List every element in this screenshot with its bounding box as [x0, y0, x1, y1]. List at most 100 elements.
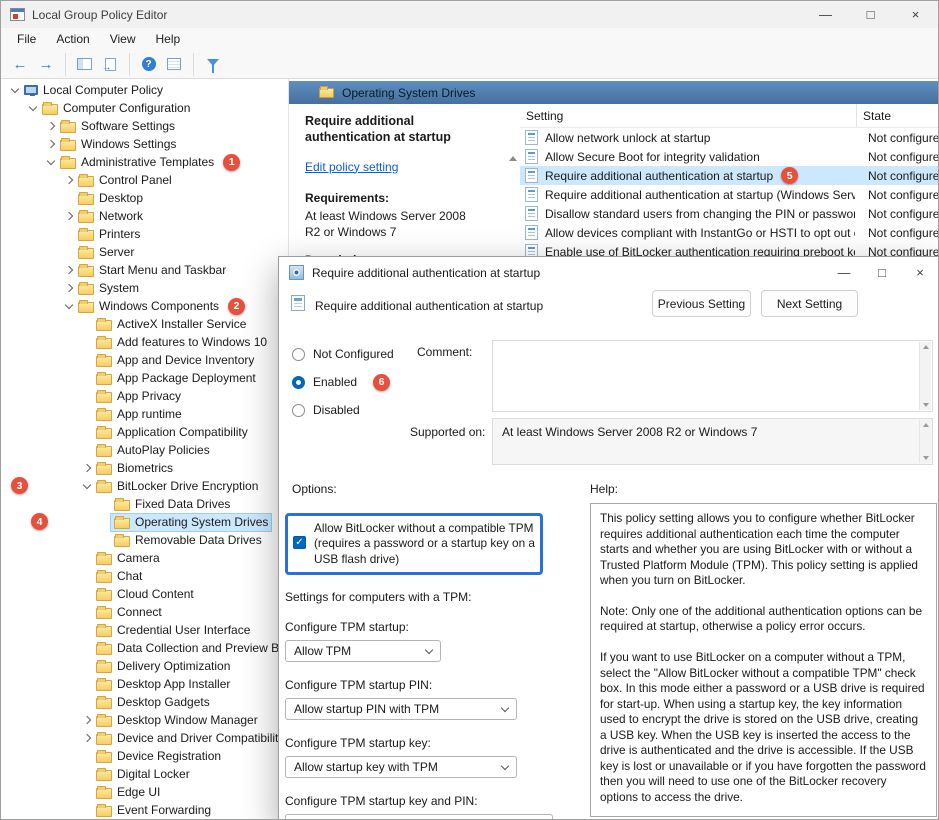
tree-chevron-icon[interactable]	[9, 82, 21, 98]
maximize-button[interactable]: □	[848, 1, 893, 28]
tree-chevron-icon[interactable]	[81, 676, 93, 692]
tree-item[interactable]: Cloud Content	[1, 585, 288, 603]
tree-item[interactable]: Administrative Templates 1	[1, 153, 288, 171]
tree-chevron-icon[interactable]	[45, 136, 57, 152]
forward-button[interactable]	[33, 53, 59, 76]
tree-chevron-icon[interactable]	[45, 154, 57, 170]
tree-item[interactable]: Desktop Gadgets	[1, 693, 288, 711]
tree-chevron-icon[interactable]	[63, 262, 75, 278]
extended-view-toggle-button[interactable]	[161, 53, 187, 76]
tree-item[interactable]: Fixed Data Drives	[1, 495, 288, 513]
not-configured-radio[interactable]: Not Configured	[292, 344, 394, 364]
menu-item[interactable]: Help	[146, 30, 191, 48]
tree-chevron-icon[interactable]	[81, 568, 93, 584]
tree-item[interactable]: ActiveX Installer Service	[1, 315, 288, 333]
tree-item[interactable]: Camera	[1, 549, 288, 567]
tree-chevron-icon[interactable]	[81, 352, 93, 368]
tree-item[interactable]: Credential User Interface	[1, 621, 288, 639]
show-console-tree-button[interactable]	[65, 53, 97, 76]
comment-input[interactable]	[492, 340, 933, 412]
tree-chevron-icon[interactable]	[81, 370, 93, 386]
tree-item[interactable]: Digital Locker	[1, 765, 288, 783]
tree-chevron-icon[interactable]	[81, 586, 93, 602]
tree-item[interactable]: Biometrics	[1, 459, 288, 477]
tree-item[interactable]: Device and Driver Compatibility	[1, 729, 288, 747]
policy-row[interactable]: Allow network unlock at startup Not conf…	[520, 128, 938, 147]
tree-item[interactable]: Computer Configuration	[1, 99, 288, 117]
tree-chevron-icon[interactable]	[63, 298, 75, 314]
policy-row[interactable]: Disallow standard users from changing th…	[520, 204, 938, 223]
dialog-maximize-button[interactable]: □	[863, 257, 901, 288]
setting-column-header[interactable]: Setting	[520, 109, 856, 123]
tree-chevron-icon[interactable]	[81, 784, 93, 800]
tree-chevron-icon[interactable]	[81, 316, 93, 332]
tree-chevron-icon[interactable]	[81, 802, 93, 818]
policy-row[interactable]: Allow devices compliant with InstantGo o…	[520, 223, 938, 242]
tree-chevron-icon[interactable]	[63, 280, 75, 296]
tree-chevron-icon[interactable]	[63, 226, 75, 242]
tree-item[interactable]: Edge UI	[1, 783, 288, 801]
tree-chevron-icon[interactable]	[63, 172, 75, 188]
configure-tpm-startup-pin-dropdown[interactable]: Allow startup PIN with TPM	[285, 698, 517, 720]
tree-item[interactable]: Device Registration	[1, 747, 288, 765]
tree-item[interactable]: App and Device Inventory	[1, 351, 288, 369]
tree-item[interactable]: Add features to Windows 10	[1, 333, 288, 351]
edit-policy-setting-link[interactable]: Edit policy setting	[305, 160, 398, 174]
tree-chevron-icon[interactable]	[81, 694, 93, 710]
tree-item[interactable]: Windows Components 2	[1, 297, 288, 315]
tree-chevron-icon[interactable]	[81, 604, 93, 620]
menu-item[interactable]: View	[100, 30, 146, 48]
back-button[interactable]	[7, 53, 33, 76]
dialog-minimize-button[interactable]: —	[825, 257, 863, 288]
tree-item[interactable]: Server	[1, 243, 288, 261]
tree-chevron-icon[interactable]	[63, 244, 75, 260]
tree-item[interactable]: Local Computer Policy	[1, 81, 288, 99]
tree-item[interactable]: Delivery Optimization	[1, 657, 288, 675]
tree-chevron-icon[interactable]	[81, 766, 93, 782]
tree-item[interactable]: App runtime	[1, 405, 288, 423]
tree-chevron-icon[interactable]	[45, 118, 57, 134]
configure-tpm-startup-key-dropdown[interactable]: Allow startup key with TPM	[285, 756, 517, 778]
tree-item[interactable]: App Package Deployment	[1, 369, 288, 387]
tree-chevron-icon[interactable]	[81, 424, 93, 440]
tree-chevron-icon[interactable]	[99, 496, 111, 512]
tree-item[interactable]: Removable Data Drives	[1, 531, 288, 549]
tree-item[interactable]: Application Compatibility	[1, 423, 288, 441]
tree-item[interactable]: 3 BitLocker Drive Encryption	[1, 477, 288, 495]
tree-item[interactable]: Desktop App Installer	[1, 675, 288, 693]
tree-item[interactable]: Event Forwarding	[1, 801, 288, 819]
tree-chevron-icon[interactable]	[81, 460, 93, 476]
tree-chevron-icon[interactable]	[81, 442, 93, 458]
export-list-button[interactable]	[97, 53, 123, 76]
tree-chevron-icon[interactable]	[81, 640, 93, 656]
allow-bitlocker-without-tpm-checkbox[interactable]: Allow BitLocker without a compatible TPM…	[293, 521, 535, 567]
tree-item[interactable]: Desktop	[1, 189, 288, 207]
tree-chevron-icon[interactable]	[81, 478, 93, 494]
next-setting-button[interactable]: Next Setting	[761, 290, 858, 317]
tree-chevron-icon[interactable]	[63, 208, 75, 224]
tree-item[interactable]: Connect	[1, 603, 288, 621]
tree-chevron-icon[interactable]	[81, 730, 93, 746]
menu-item[interactable]: File	[7, 30, 46, 48]
tree-chevron-icon[interactable]	[99, 514, 111, 530]
tree-chevron-icon[interactable]	[81, 388, 93, 404]
tree-item[interactable]: Control Panel	[1, 171, 288, 189]
tree-item[interactable]: Network	[1, 207, 288, 225]
tree-chevron-icon[interactable]	[81, 712, 93, 728]
tree-chevron-icon[interactable]	[81, 658, 93, 674]
tree-item[interactable]: AutoPlay Policies	[1, 441, 288, 459]
tree-item[interactable]: Data Collection and Preview Builds	[1, 639, 288, 657]
supported-on-scrollbar[interactable]	[919, 420, 931, 463]
enabled-radio[interactable]: Enabled 6	[292, 372, 394, 392]
tree-item[interactable]: App Privacy	[1, 387, 288, 405]
close-button[interactable]: ×	[893, 1, 938, 28]
filter-button[interactable]	[193, 53, 225, 76]
tree-item[interactable]: Chat	[1, 567, 288, 585]
menu-item[interactable]: Action	[46, 30, 99, 48]
policy-row[interactable]: Require additional authentication at sta…	[520, 185, 938, 204]
tree-chevron-icon[interactable]	[81, 334, 93, 350]
tree-item[interactable]: 4 Operating System Drives	[1, 513, 288, 531]
dialog-close-button[interactable]: ×	[901, 257, 939, 288]
minimize-button[interactable]: —	[803, 1, 848, 28]
tree-chevron-icon[interactable]	[81, 550, 93, 566]
